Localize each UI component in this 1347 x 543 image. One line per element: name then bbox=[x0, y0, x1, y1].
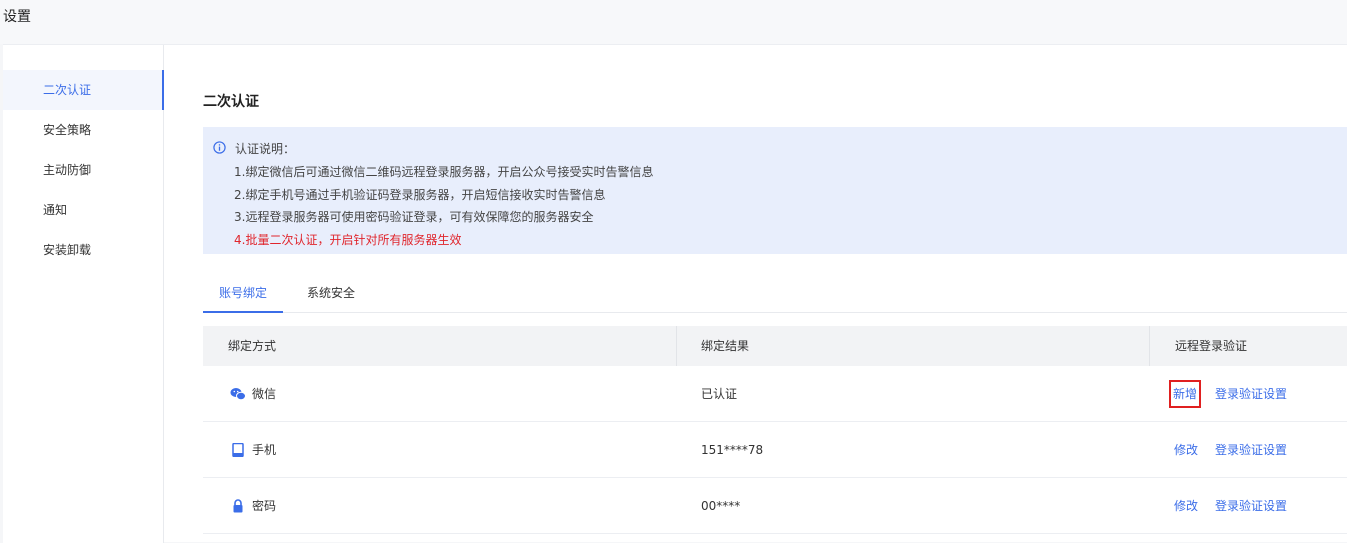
tab-bar: 账号绑定 系统安全 bbox=[203, 277, 1347, 313]
header-remote-login: 远程登录验证 bbox=[1175, 339, 1248, 353]
sidebar-item-notification[interactable]: 通知 bbox=[3, 190, 164, 230]
column-divider bbox=[1149, 326, 1150, 366]
bind-method-cell: 密码 bbox=[230, 478, 276, 534]
table-row: 密码 00**** 修改 登录验证设置 bbox=[203, 478, 1347, 534]
info-line-2: 2.绑定手机号通过手机验证码登录服务器，开启短信接收实时告警信息 bbox=[234, 188, 606, 202]
sidebar-item-active-defense[interactable]: 主动防御 bbox=[3, 150, 164, 190]
info-warning: 4.批量二次认证，开启针对所有服务器生效 bbox=[234, 233, 462, 247]
column-divider bbox=[676, 326, 677, 366]
info-circle-icon bbox=[213, 141, 226, 154]
table-row: 手机 151****78 修改 登录验证设置 bbox=[203, 422, 1347, 478]
bind-method-label: 密码 bbox=[252, 499, 277, 513]
page-header: 设置 bbox=[0, 0, 1347, 44]
info-line-1: 1.绑定微信后可通过微信二维码远程登录服务器，开启公众号接受实时告警信息 bbox=[234, 165, 654, 179]
add-button[interactable]: 新增 bbox=[1169, 380, 1202, 408]
header-bind-method: 绑定方式 bbox=[228, 339, 277, 353]
section-title: 二次认证 bbox=[203, 94, 259, 110]
wechat-icon bbox=[230, 388, 246, 401]
bind-method-cell: 手机 bbox=[230, 422, 276, 478]
edit-button[interactable]: 修改 bbox=[1174, 422, 1198, 478]
info-box: 认证说明： 1.绑定微信后可通过微信二维码远程登录服务器，开启公众号接受实时告警… bbox=[203, 127, 1347, 254]
tab-system-security[interactable]: 系统安全 bbox=[307, 277, 355, 313]
phone-icon bbox=[232, 443, 244, 457]
sidebar-item-install-uninstall[interactable]: 安装卸载 bbox=[3, 230, 164, 270]
table-row: 微信 已认证 新增 登录验证设置 bbox=[203, 366, 1347, 422]
edit-button[interactable]: 修改 bbox=[1174, 478, 1198, 534]
bind-result-cell: 已认证 bbox=[701, 387, 738, 401]
sidebar: 二次认证 安全策略 主动防御 通知 安装卸载 bbox=[3, 45, 164, 543]
bind-result-cell: 151****78 bbox=[701, 443, 764, 457]
page-title: 设置 bbox=[3, 9, 31, 25]
settings-panel: 二次认证 安全策略 主动防御 通知 安装卸载 二次认证 认证说明： 1.绑定微信… bbox=[3, 44, 1347, 543]
table-header: 绑定方式 绑定结果 远程登录验证 bbox=[203, 326, 1347, 366]
info-line-3: 3.远程登录服务器可使用密码验证登录，可有效保障您的服务器安全 bbox=[234, 210, 594, 224]
sidebar-item-security-policy[interactable]: 安全策略 bbox=[3, 110, 164, 150]
bind-method-label: 微信 bbox=[252, 387, 277, 401]
header-bind-result: 绑定结果 bbox=[701, 339, 750, 353]
bind-result-cell: 00**** bbox=[701, 499, 741, 513]
login-verify-settings-link[interactable]: 登录验证设置 bbox=[1215, 478, 1287, 534]
bind-method-cell: 微信 bbox=[230, 366, 276, 422]
tab-account-binding[interactable]: 账号绑定 bbox=[203, 277, 283, 313]
info-title: 认证说明： bbox=[235, 142, 296, 156]
login-verify-settings-link[interactable]: 登录验证设置 bbox=[1215, 422, 1287, 478]
bind-method-label: 手机 bbox=[252, 443, 277, 457]
main-content: 二次认证 认证说明： 1.绑定微信后可通过微信二维码远程登录服务器，开启公众号接… bbox=[164, 45, 1347, 543]
login-verify-settings-link[interactable]: 登录验证设置 bbox=[1215, 366, 1287, 422]
lock-icon bbox=[233, 499, 243, 513]
sidebar-item-two-factor-auth[interactable]: 二次认证 bbox=[3, 70, 164, 110]
